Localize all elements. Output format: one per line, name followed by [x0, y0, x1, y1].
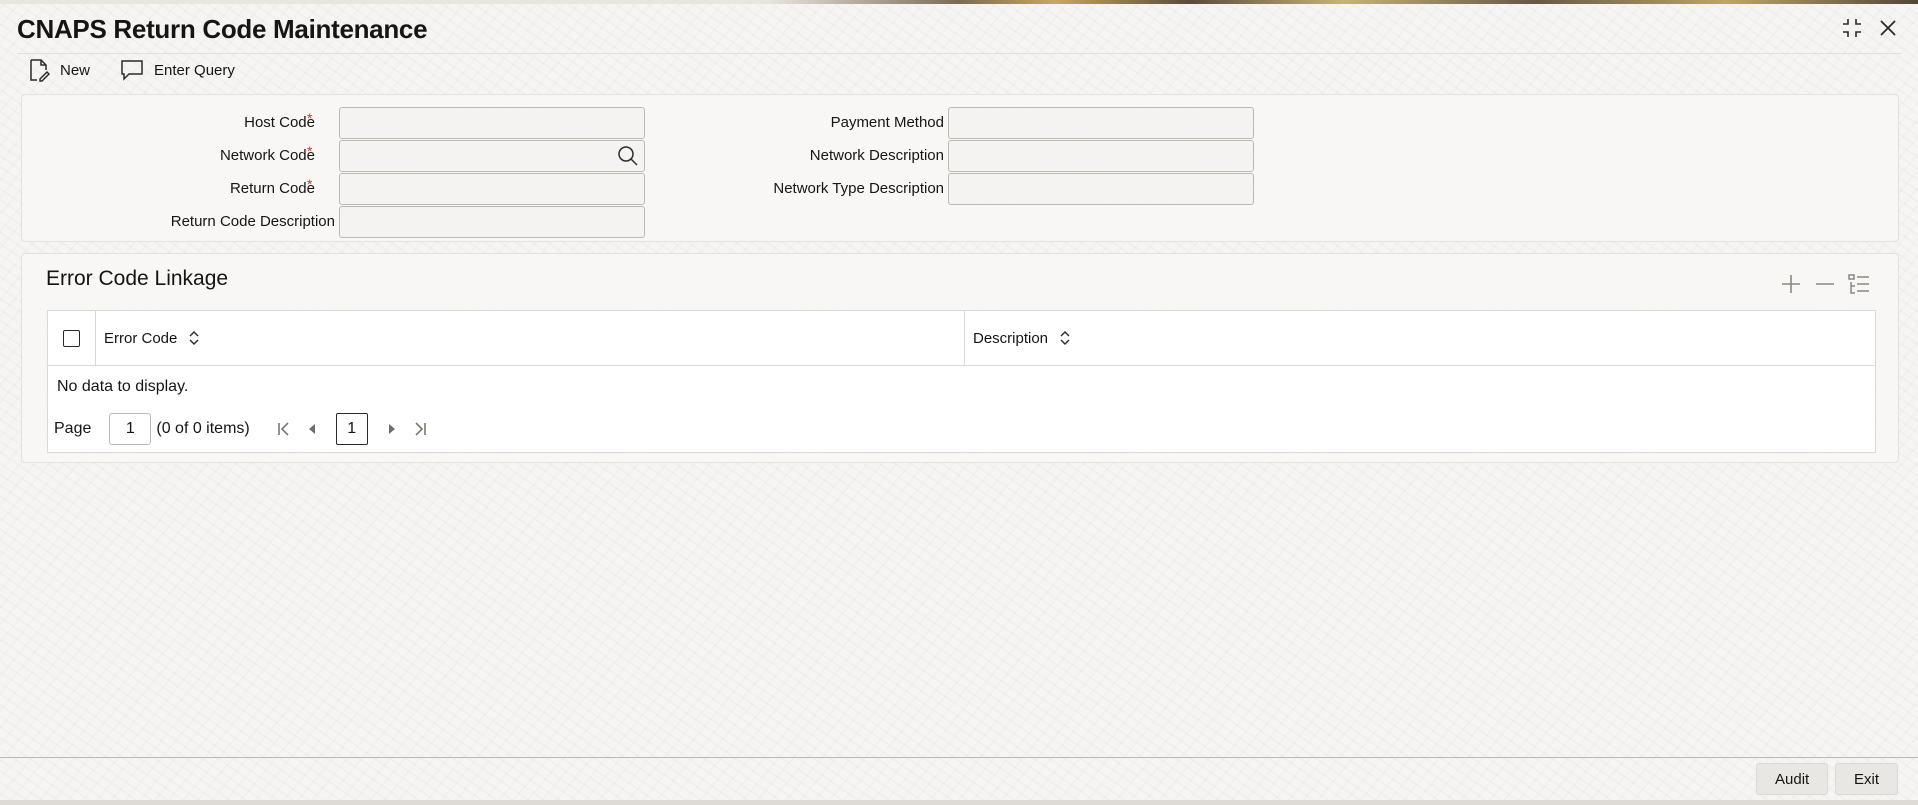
item-count: (0 of 0 items)	[156, 420, 250, 437]
host-code-required-marker: *	[307, 110, 313, 126]
chat-bubble-icon	[121, 60, 143, 81]
current-page-button[interactable]: 1	[335, 413, 368, 445]
new-button[interactable]: New	[28, 58, 90, 82]
page-label: Page	[54, 420, 92, 437]
enter-query-button[interactable]: Enter Query	[120, 59, 235, 81]
page-number-input[interactable]: 1	[109, 413, 152, 445]
window-controls	[1840, 16, 1900, 40]
network-description-field[interactable]	[948, 140, 1254, 172]
host-code-label: Host Code	[244, 114, 315, 131]
page-navigation: 1	[276, 413, 428, 445]
close-icon[interactable]	[1876, 16, 1900, 40]
sort-icon	[189, 331, 199, 345]
select-all-cell	[48, 311, 96, 365]
grid-actions	[1778, 271, 1872, 297]
error-code-grid: Error Code Description No data to displa…	[47, 310, 1876, 453]
add-row-icon[interactable]	[1778, 271, 1804, 297]
audit-button[interactable]: Audit	[1756, 763, 1829, 795]
network-description-label: Network Description	[809, 147, 944, 164]
previous-page-icon[interactable]	[304, 420, 320, 438]
network-code-required-marker: *	[307, 143, 313, 159]
return-code-description-field[interactable]	[339, 206, 645, 238]
payment-method-field[interactable]	[948, 107, 1254, 139]
grid-header-row: Error Code Description	[48, 311, 1875, 366]
return-code-required-marker: *	[307, 176, 313, 192]
return-code-description-label: Return Code Description	[170, 213, 335, 230]
last-page-icon[interactable]	[412, 420, 428, 438]
next-page-icon[interactable]	[384, 420, 400, 438]
grid-title: Error Code Linkage	[46, 267, 229, 290]
delete-row-icon[interactable]	[1812, 271, 1838, 297]
network-code-field[interactable]	[339, 140, 645, 172]
enter-query-label: Enter Query	[154, 61, 235, 79]
column-header-description-label: Description	[973, 329, 1049, 347]
title-divider	[17, 53, 1901, 54]
single-view-list-icon[interactable]	[1846, 271, 1872, 297]
first-page-icon[interactable]	[276, 420, 292, 438]
exit-button[interactable]: Exit	[1835, 763, 1899, 795]
new-document-icon	[30, 59, 50, 82]
host-code-field[interactable]	[339, 107, 645, 139]
minimize-icon[interactable]	[1840, 16, 1864, 40]
payment-method-label: Payment Method	[830, 114, 944, 131]
header-fields-panel: Host Code * Network Code * Return Code *…	[21, 94, 1899, 242]
new-label: New	[60, 61, 91, 79]
search-icon[interactable]	[617, 145, 639, 167]
column-header-error-code-label: Error Code	[104, 329, 178, 347]
return-code-label: Return Code	[229, 180, 315, 197]
sort-icon	[1060, 331, 1070, 345]
network-type-description-label: Network Type Description	[773, 180, 944, 197]
header-banner-strip	[0, 0, 1918, 4]
error-code-linkage-panel: Error Code Linkage Error Code Descriptio…	[21, 253, 1899, 463]
network-code-label: Network Code	[219, 147, 315, 164]
page-title: CNAPS Return Code Maintenance	[17, 14, 428, 44]
column-header-description[interactable]: Description	[965, 311, 1875, 365]
footer: Audit Exit	[0, 758, 1918, 805]
pagination: Page 1 (0 of 0 items) 1	[54, 412, 428, 446]
toolbar: New Enter Query	[28, 56, 235, 84]
footer-bar	[0, 800, 1918, 805]
select-all-checkbox[interactable]	[63, 329, 80, 347]
network-type-description-field[interactable]	[948, 173, 1254, 205]
empty-grid-message: No data to display.	[57, 378, 189, 395]
column-header-error-code[interactable]: Error Code	[96, 311, 965, 365]
return-code-field[interactable]	[339, 173, 645, 205]
